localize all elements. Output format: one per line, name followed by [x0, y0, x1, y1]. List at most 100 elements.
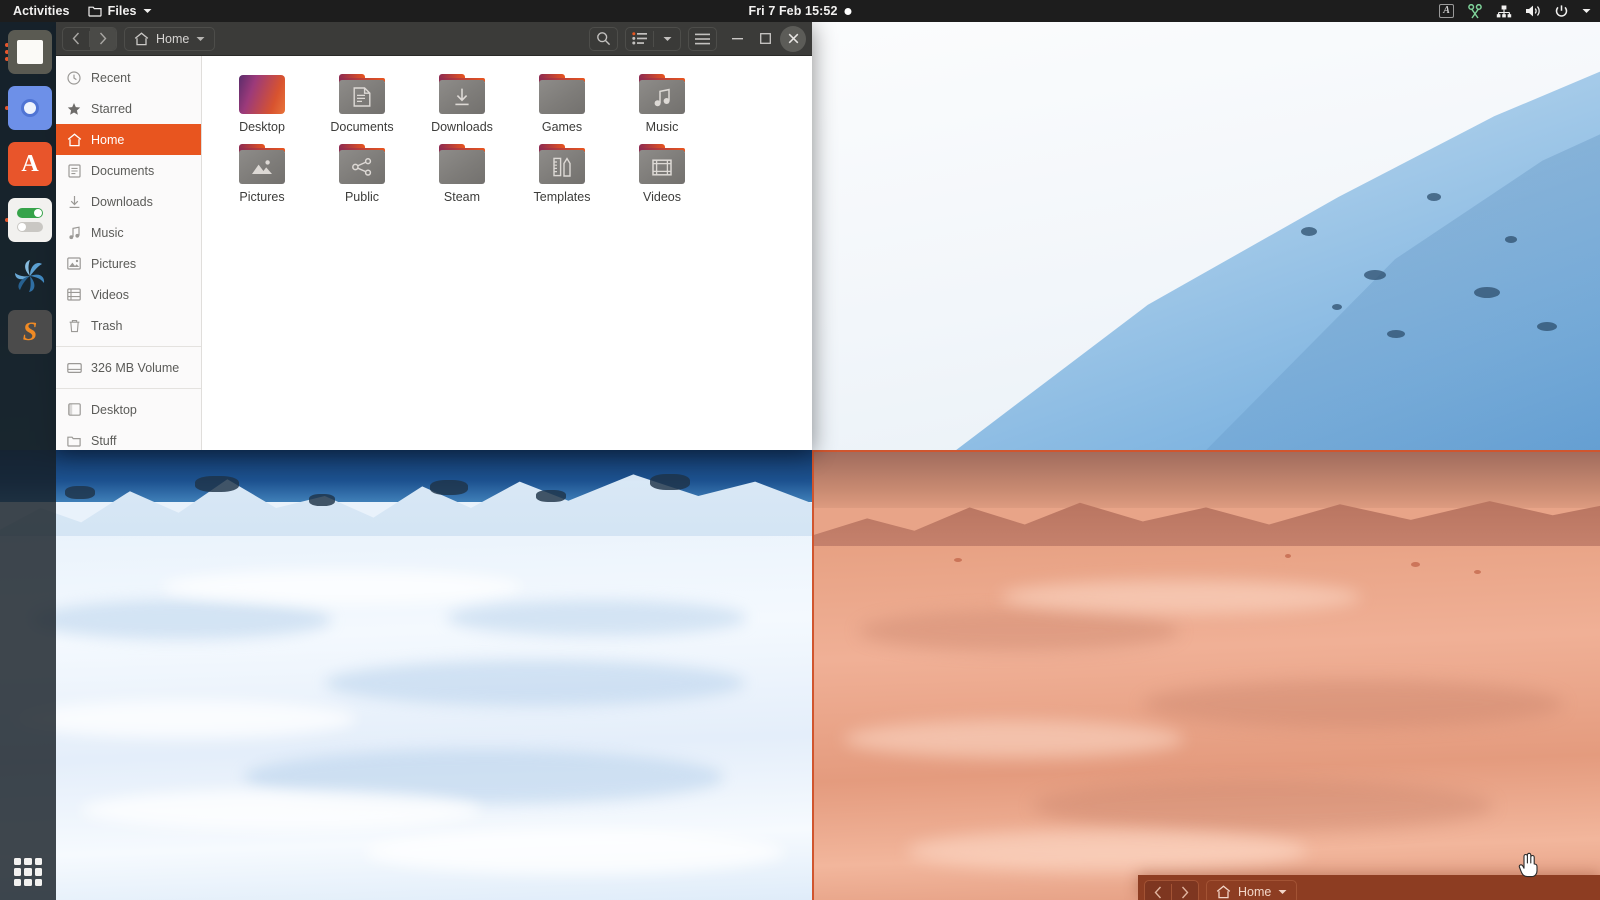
file-item-label: Music — [646, 120, 679, 134]
folder-icon — [88, 5, 102, 17]
file-item-videos[interactable]: Videos — [612, 138, 712, 208]
file-item-games[interactable]: Games — [512, 68, 612, 138]
sidebar-item-videos[interactable]: Videos — [56, 279, 201, 310]
power-icon[interactable] — [1549, 0, 1574, 22]
show-applications-button[interactable] — [14, 858, 42, 886]
wallpaper-bottom-left — [0, 450, 812, 900]
sidebar-item-documents[interactable]: Documents — [56, 155, 201, 186]
file-item-music[interactable]: Music — [612, 68, 712, 138]
file-item-label: Desktop — [239, 120, 285, 134]
sidebar-divider — [56, 346, 201, 347]
list-view-icon[interactable] — [626, 27, 653, 51]
trash-icon — [66, 319, 82, 333]
sidebar-item-home[interactable]: Home — [56, 124, 201, 155]
tint-seam-vertical — [812, 450, 814, 900]
back-button[interactable] — [1145, 880, 1171, 900]
system-menu-chevron-down-icon[interactable] — [1577, 0, 1596, 22]
file-manager-window: Home — [56, 22, 812, 450]
menu-group — [688, 27, 717, 51]
file-item-label: Pictures — [239, 190, 284, 204]
chevron-down-icon — [1278, 889, 1287, 895]
activities-button[interactable]: Activities — [4, 0, 79, 22]
file-manager-window-secondary: Home Recent Desktop — [1138, 875, 1600, 900]
sidebar-item-stuff[interactable]: Stuff — [56, 425, 201, 450]
share-icon — [352, 158, 372, 176]
app-menu-files[interactable]: Files — [79, 0, 161, 22]
sidebar-item-label: Home — [91, 133, 124, 147]
scissors-icon[interactable] — [1462, 0, 1488, 22]
file-item-label: Downloads — [431, 120, 493, 134]
volume-icon[interactable] — [1520, 0, 1546, 22]
dock-item-shotwell[interactable] — [4, 252, 52, 300]
file-item-label: Games — [542, 120, 582, 134]
folder-icon-templates — [539, 144, 585, 184]
maximize-button[interactable] — [752, 26, 778, 52]
sidebar-item-volume[interactable]: 326 MB Volume — [56, 352, 201, 383]
forward-button[interactable] — [1172, 880, 1198, 900]
folder-icon — [66, 435, 82, 447]
sidebar-divider — [56, 388, 201, 389]
sidebar-item-starred[interactable]: Starred — [56, 93, 201, 124]
file-item-templates[interactable]: Templates — [512, 138, 612, 208]
keyboard-layout-indicator[interactable]: A — [1434, 0, 1459, 22]
folder-icon-games — [539, 74, 585, 114]
file-item-public[interactable]: Public — [312, 138, 412, 208]
dock-item-ubuntu-software[interactable]: A — [4, 140, 52, 188]
search-icon[interactable] — [590, 27, 617, 51]
file-grid-view[interactable]: Desktop Documents — [202, 56, 812, 450]
sidebar-item-pictures[interactable]: Pictures — [56, 248, 201, 279]
software-letter: A — [21, 151, 38, 178]
sublime-s-icon: S — [8, 310, 52, 354]
tint-seam-horizontal — [812, 450, 1600, 452]
home-icon — [134, 32, 149, 46]
hand-pointer-cursor — [1518, 852, 1540, 878]
sidebar-item-downloads[interactable]: Downloads — [56, 186, 201, 217]
shotwell-fan-icon — [8, 254, 52, 298]
home-icon — [1216, 885, 1231, 899]
path-label: Home — [1238, 885, 1271, 899]
dock-item-chromium[interactable] — [4, 84, 52, 132]
minimize-button[interactable] — [724, 26, 750, 52]
sidebar-item-desktop[interactable]: Desktop — [56, 394, 201, 425]
dock-item-settings[interactable] — [4, 196, 52, 244]
path-bar-home-secondary[interactable]: Home — [1206, 880, 1297, 900]
dock-item-files[interactable] — [4, 28, 52, 76]
activities-label: Activities — [13, 4, 70, 18]
settings-toggles-icon — [8, 198, 52, 242]
sidebar-item-recent[interactable]: Recent — [56, 62, 201, 93]
back-button[interactable] — [63, 27, 89, 51]
hamburger-menu-icon[interactable] — [689, 27, 716, 51]
sidebar-item-label: Recent — [91, 71, 131, 85]
network-icon[interactable] — [1491, 0, 1517, 22]
file-item-label: Templates — [534, 190, 591, 204]
desktop-icon — [66, 403, 82, 416]
file-item-desktop[interactable]: Desktop — [212, 68, 312, 138]
close-button[interactable] — [780, 26, 806, 52]
view-chevron-down-icon[interactable] — [654, 27, 680, 51]
file-item-downloads[interactable]: Downloads — [412, 68, 512, 138]
sidebar-item-label: 326 MB Volume — [91, 361, 179, 375]
file-item-pictures[interactable]: Pictures — [212, 138, 312, 208]
sidebar-item-label: Documents — [91, 164, 154, 178]
folder-icon-public — [339, 144, 385, 184]
file-item-documents[interactable]: Documents — [312, 68, 412, 138]
gnome-top-bar: Activities Files Fri 7 Feb 15:52 A — [0, 0, 1600, 22]
chromium-icon — [8, 86, 52, 130]
search-group — [589, 27, 618, 51]
path-bar-home[interactable]: Home — [124, 27, 215, 51]
clock-button[interactable]: Fri 7 Feb 15:52 — [740, 0, 859, 22]
software-bag-icon: A — [8, 142, 52, 186]
dock-item-sublime-text[interactable]: S — [4, 308, 52, 356]
download-icon — [66, 195, 82, 209]
picture-icon — [251, 158, 273, 176]
sidebar-item-music[interactable]: Music — [56, 217, 201, 248]
wallpaper-bottom-right-tinted — [812, 450, 1600, 900]
file-item-steam[interactable]: Steam — [412, 138, 512, 208]
forward-button[interactable] — [90, 27, 116, 51]
window-body: Recent Starred Home D — [56, 56, 812, 450]
document-icon — [66, 164, 82, 178]
clock-icon — [66, 71, 82, 85]
sidebar-item-trash[interactable]: Trash — [56, 310, 201, 341]
system-tray: A — [1434, 0, 1596, 22]
wallpaper-top-right — [812, 22, 1600, 450]
